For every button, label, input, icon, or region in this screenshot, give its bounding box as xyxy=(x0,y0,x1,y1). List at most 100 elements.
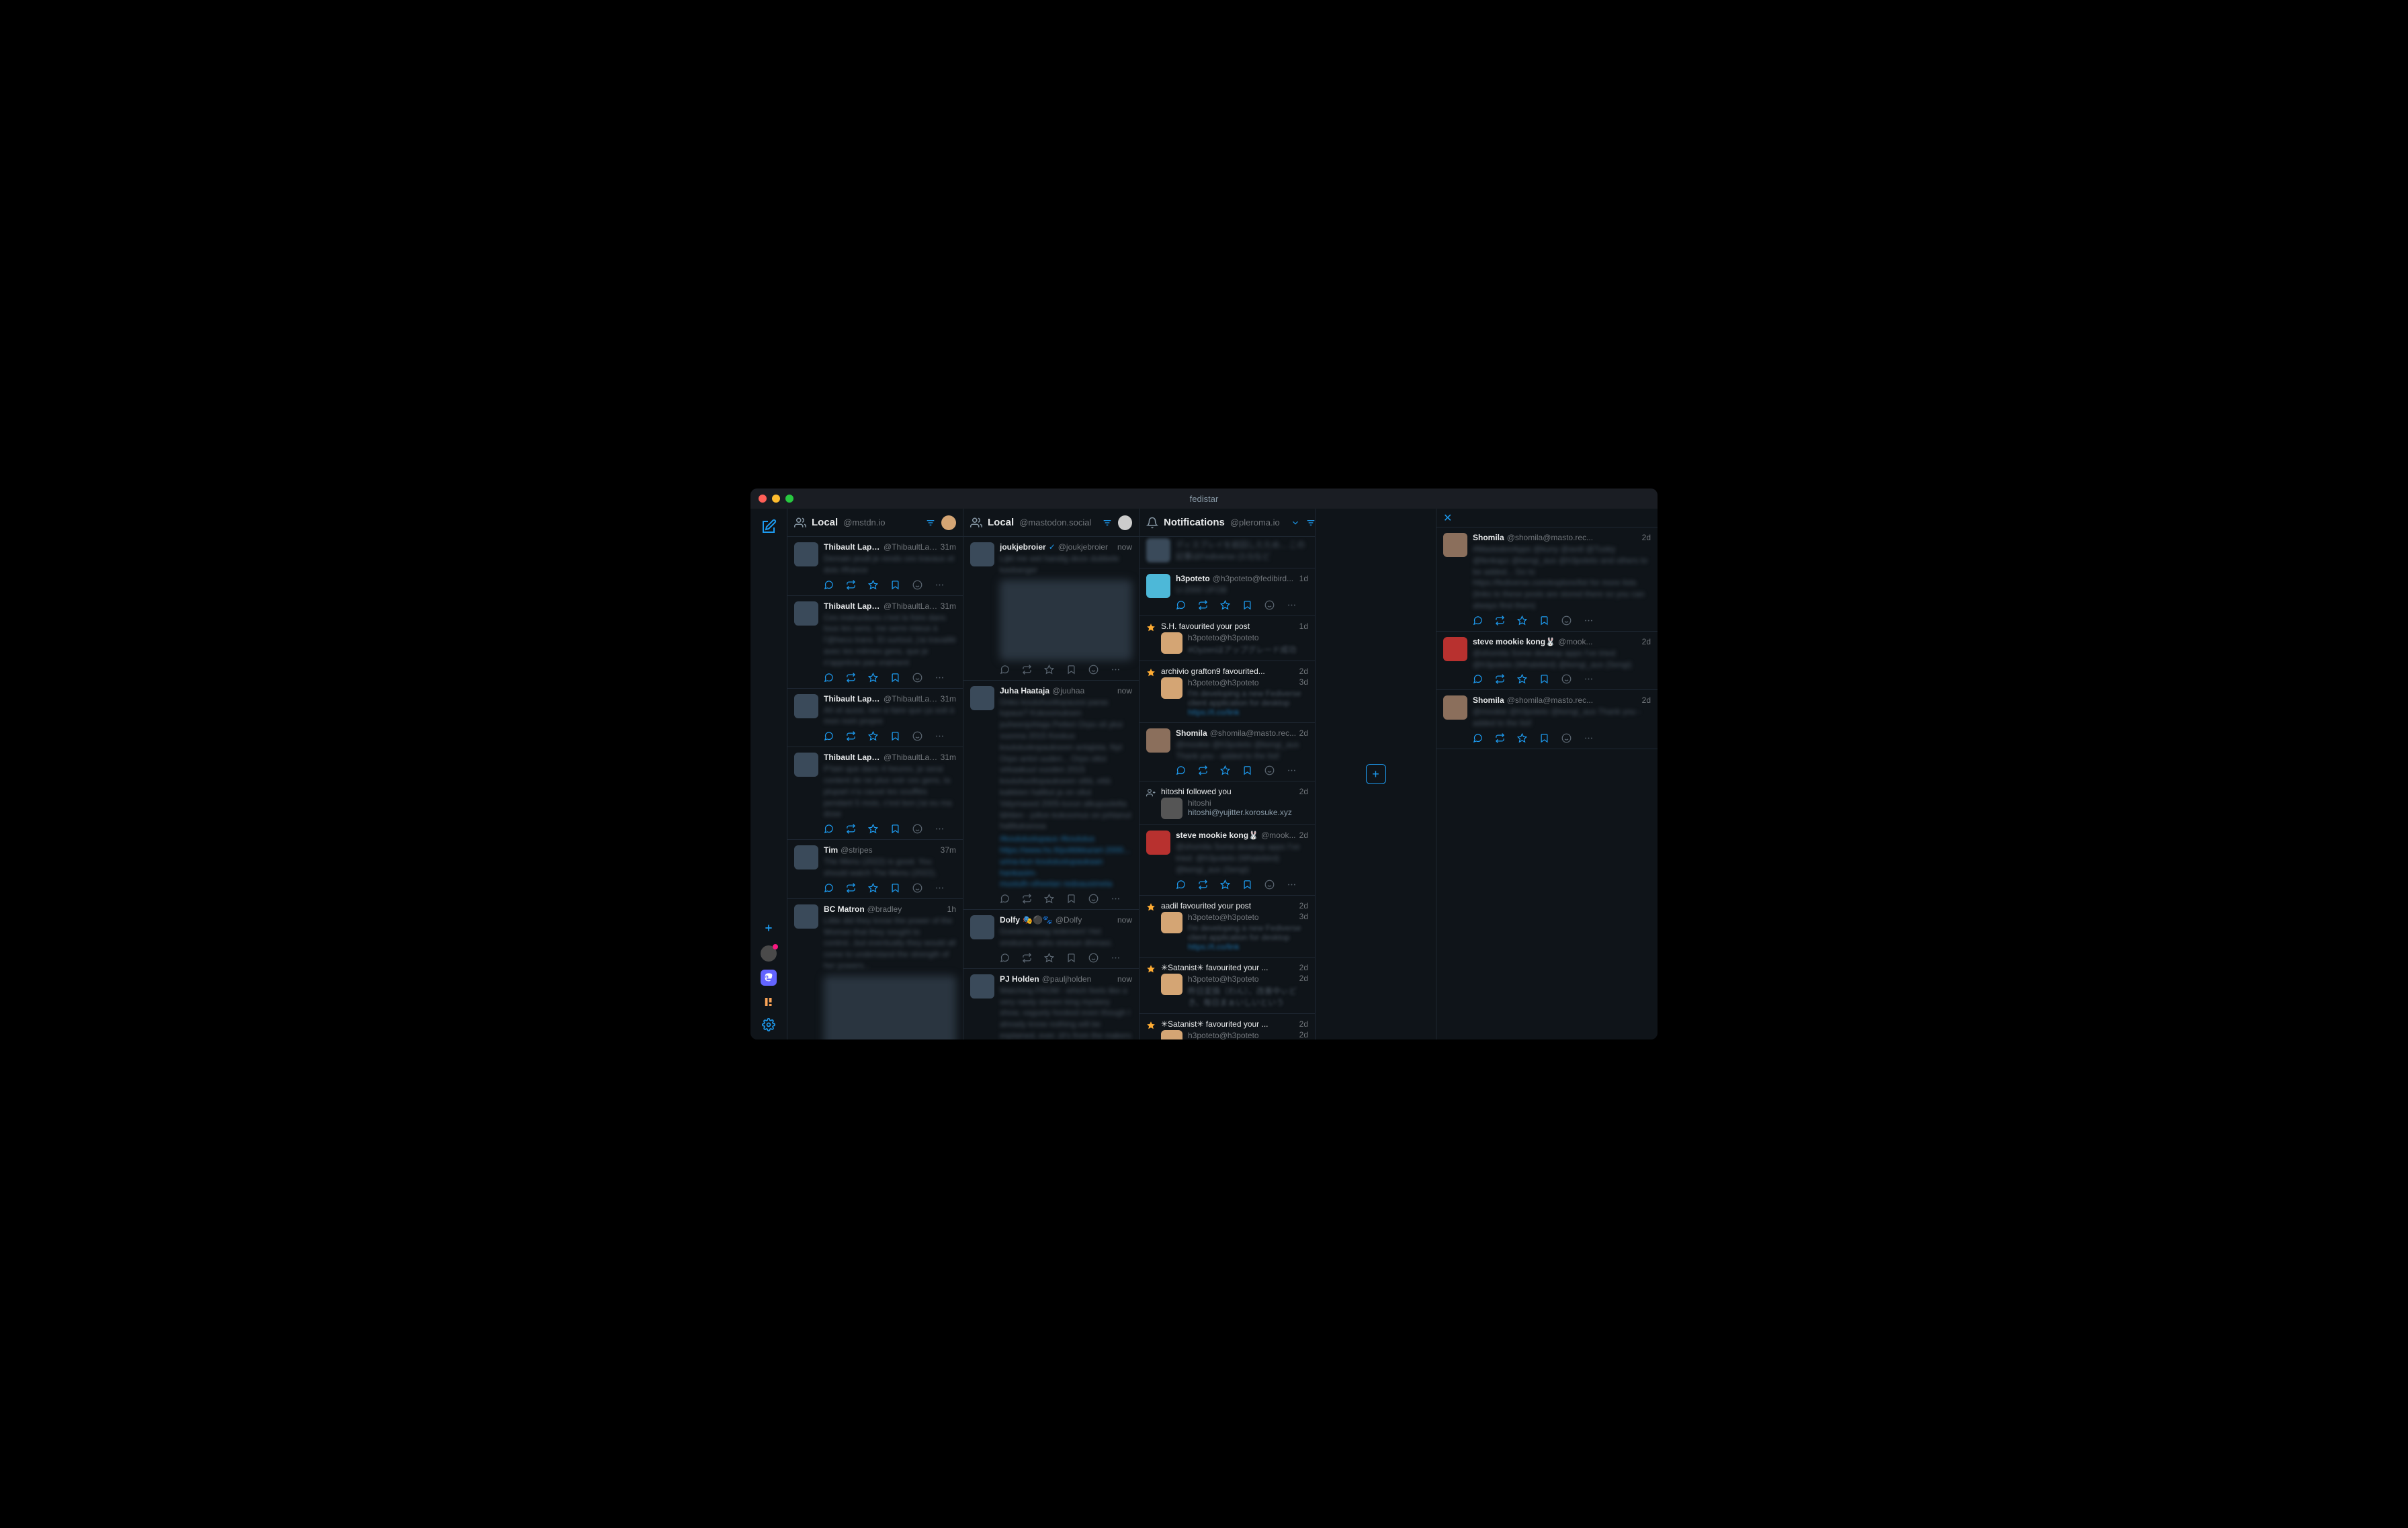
post-author-name[interactable]: Shomila xyxy=(1473,533,1504,542)
post[interactable]: Thibault Lapers @ThibaultLap... 31m Dema… xyxy=(787,537,963,596)
notification-favourite[interactable]: archivio grafton9 favourited...2d h3pote… xyxy=(1140,661,1315,723)
reply-icon[interactable] xyxy=(824,824,834,834)
favourite-icon[interactable] xyxy=(1220,880,1230,890)
reply-icon[interactable] xyxy=(824,883,834,893)
reply-icon[interactable] xyxy=(1000,953,1010,963)
post-author-name[interactable]: Dolfy xyxy=(1000,915,1020,925)
notification-favourite[interactable]: S.H. favourited your post1d h3poteto@h3p… xyxy=(1140,616,1315,661)
more-icon[interactable] xyxy=(1287,600,1297,610)
more-icon[interactable] xyxy=(935,731,945,741)
more-icon[interactable] xyxy=(1584,674,1594,684)
reply-icon[interactable] xyxy=(824,673,834,683)
more-icon[interactable] xyxy=(935,580,945,590)
bookmark-icon[interactable] xyxy=(890,824,900,834)
favourite-icon[interactable] xyxy=(868,731,878,741)
more-icon[interactable] xyxy=(1111,665,1121,675)
post-avatar[interactable] xyxy=(1146,538,1170,562)
favourite-icon[interactable] xyxy=(868,883,878,893)
compose-button[interactable] xyxy=(761,519,777,535)
post-author-name[interactable]: joukjebroier xyxy=(1000,542,1046,552)
filter-icon[interactable] xyxy=(925,517,936,528)
post[interactable]: BC Matron @bradley 1h Little did they kn… xyxy=(787,899,963,1039)
mastodon-account-icon[interactable] xyxy=(761,970,777,986)
bookmark-icon[interactable] xyxy=(1242,765,1252,775)
add-column-button[interactable]: + xyxy=(1366,764,1386,784)
favourite-icon[interactable] xyxy=(1220,765,1230,775)
post[interactable]: Thibault Lapers @ThibaultLap... 31m Ah e… xyxy=(787,689,963,748)
boost-icon[interactable] xyxy=(1495,733,1505,743)
more-icon[interactable] xyxy=(1111,894,1121,904)
emoji-icon[interactable] xyxy=(1561,733,1572,743)
reply-icon[interactable] xyxy=(824,580,834,590)
boost-icon[interactable] xyxy=(1022,894,1032,904)
notification-favourite[interactable]: ✳Satanist✳ favourited your ...2d h3potet… xyxy=(1140,958,1315,1014)
post[interactable]: Dolfy 🎭⚫🐾 @Dolfy now Goedemiddag iederee… xyxy=(963,910,1139,969)
post-avatar[interactable] xyxy=(970,974,994,999)
post-avatar[interactable] xyxy=(794,845,818,869)
post[interactable]: PJ Holden @pauljholden now Watching FROM… xyxy=(963,969,1139,1039)
boost-icon[interactable] xyxy=(1198,880,1208,890)
reply-icon[interactable] xyxy=(1176,880,1186,890)
notification-avatar[interactable] xyxy=(1161,632,1182,654)
favourite-icon[interactable] xyxy=(868,673,878,683)
emoji-icon[interactable] xyxy=(1088,953,1099,963)
post[interactable]: Thibault Lapers @ThibaultLap... 31m Ces … xyxy=(787,596,963,689)
post-author-name[interactable]: BC Matron xyxy=(824,904,865,914)
boost-icon[interactable] xyxy=(1198,765,1208,775)
reply-icon[interactable] xyxy=(1473,616,1483,626)
post-avatar[interactable] xyxy=(794,601,818,626)
reply-icon[interactable] xyxy=(1000,894,1010,904)
post-author-name[interactable]: Thibault Lapers xyxy=(824,753,881,762)
more-icon[interactable] xyxy=(1584,733,1594,743)
close-panel-button[interactable]: ✕ xyxy=(1443,511,1452,525)
boost-icon[interactable] xyxy=(846,824,856,834)
favourite-icon[interactable] xyxy=(868,580,878,590)
post[interactable]: Thibault Lapers @ThibaultLap... 31m P'ta… xyxy=(787,747,963,840)
favourite-icon[interactable] xyxy=(1517,733,1527,743)
post-avatar[interactable] xyxy=(1443,637,1467,661)
post-media[interactable] xyxy=(1000,580,1132,661)
boost-icon[interactable] xyxy=(846,580,856,590)
post[interactable]: ディスプレイを前回したため... この記事はFediverse (3.0)など xyxy=(1140,537,1315,568)
post[interactable]: steve mookie kong🐰@mook...2d @shomila So… xyxy=(1140,825,1315,895)
post-author-name[interactable]: Shomila xyxy=(1473,695,1504,705)
emoji-icon[interactable] xyxy=(1088,665,1099,675)
minimize-window-button[interactable] xyxy=(772,495,780,503)
post-avatar[interactable] xyxy=(1443,695,1467,720)
favourite-icon[interactable] xyxy=(868,824,878,834)
favourite-icon[interactable] xyxy=(1044,953,1054,963)
filter-icon[interactable] xyxy=(1102,517,1113,528)
emoji-icon[interactable] xyxy=(1561,616,1572,626)
boost-icon[interactable] xyxy=(1022,953,1032,963)
notification-avatar[interactable] xyxy=(1161,677,1182,699)
more-icon[interactable] xyxy=(1111,953,1121,963)
emoji-icon[interactable] xyxy=(912,580,922,590)
bookmark-icon[interactable] xyxy=(1066,894,1076,904)
notification-avatar[interactable] xyxy=(1161,974,1182,995)
post[interactable]: Tim @stripes 37m The Menu (2022) is good… xyxy=(787,840,963,899)
pleroma-account-icon[interactable] xyxy=(761,994,777,1010)
post-avatar[interactable] xyxy=(1146,728,1170,753)
post-avatar[interactable] xyxy=(1443,533,1467,557)
post-author-name[interactable]: h3poteto xyxy=(1176,574,1210,583)
bookmark-icon[interactable] xyxy=(890,580,900,590)
bookmark-icon[interactable] xyxy=(1539,616,1549,626)
boost-icon[interactable] xyxy=(1495,616,1505,626)
post[interactable]: h3poteto@h3poteto@fedibird...1d U-2000 U… xyxy=(1140,568,1315,616)
bookmark-icon[interactable] xyxy=(1242,880,1252,890)
boost-icon[interactable] xyxy=(846,731,856,741)
notification-favourite[interactable]: ✳Satanist✳ favourited your ...2d h3potet… xyxy=(1140,1014,1315,1039)
reply-icon[interactable] xyxy=(1176,600,1186,610)
favourite-icon[interactable] xyxy=(1044,894,1054,904)
emoji-icon[interactable] xyxy=(1088,894,1099,904)
column-account-avatar[interactable] xyxy=(1118,515,1132,530)
notification-avatar[interactable] xyxy=(1161,1030,1182,1039)
post-avatar[interactable] xyxy=(794,542,818,566)
post-avatar[interactable] xyxy=(1146,831,1170,855)
reply-icon[interactable] xyxy=(1473,733,1483,743)
bookmark-icon[interactable] xyxy=(1539,674,1549,684)
add-account-button[interactable] xyxy=(759,919,778,937)
emoji-icon[interactable] xyxy=(912,883,922,893)
panel-body[interactable]: Shomila@shomila@masto.rec...2d #Mastodon… xyxy=(1436,527,1658,1039)
more-icon[interactable] xyxy=(1287,765,1297,775)
